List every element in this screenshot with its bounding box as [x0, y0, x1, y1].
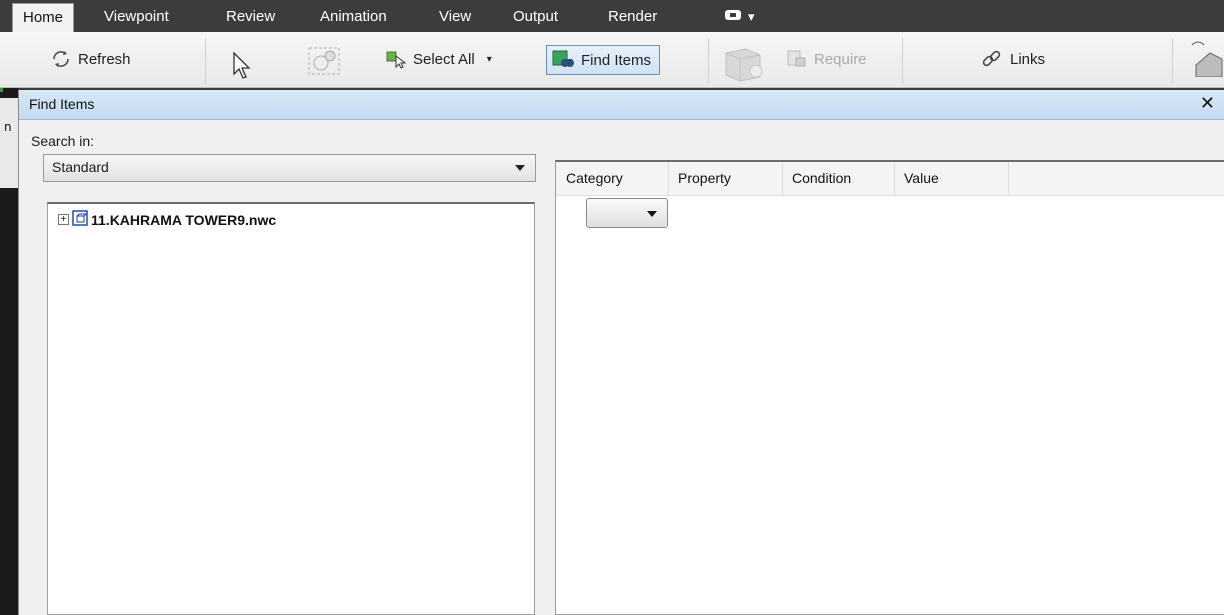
find-items-button[interactable]: Find Items — [546, 45, 661, 75]
ribbon-tab-bar: Home Viewpoint Review Animation View Out… — [0, 0, 1224, 32]
find-items-panel: Find Items ✕ Search in: Standard + 11.KA… — [18, 90, 1224, 615]
search-in-select[interactable]: Standard — [43, 154, 536, 182]
require-icon — [786, 49, 808, 69]
find-items-icon — [551, 49, 575, 71]
category-dropdown[interactable] — [586, 198, 668, 228]
search-in-label: Search in: — [31, 133, 95, 149]
appearance-button[interactable] — [1186, 41, 1224, 77]
chevron-down-icon: ▾ — [486, 53, 492, 65]
box-tool-button[interactable] — [722, 48, 768, 82]
file-name: 11.KAHRAMA TOWER9.nwc — [91, 211, 277, 228]
panel-header: Find Items ✕ — [19, 90, 1224, 120]
column-category[interactable]: Category — [566, 170, 623, 186]
column-value[interactable]: Value — [904, 170, 939, 186]
cursor-icon — [230, 50, 256, 80]
cube-icon — [722, 43, 768, 83]
links-button[interactable]: Links — [980, 46, 1045, 72]
tab-home[interactable]: Home — [12, 3, 75, 32]
close-icon[interactable]: ✕ — [1200, 93, 1215, 114]
tab-viewpoint[interactable]: Viewpoint — [104, 5, 169, 29]
require-button[interactable]: Require — [786, 46, 867, 72]
grid-header: Category Property Condition Value — [556, 162, 1224, 196]
select-box-icon — [306, 45, 342, 77]
cloud-menu[interactable]: ▾ — [724, 5, 755, 29]
select-button[interactable] — [230, 50, 256, 80]
selection-tree[interactable]: + 11.KAHRAMA TOWER9.nwc — [47, 202, 535, 615]
column-property[interactable]: Property — [678, 170, 731, 186]
tree-item-file[interactable]: + 11.KAHRAMA TOWER9.nwc — [58, 210, 276, 229]
refresh-icon — [50, 49, 72, 69]
file-icon — [72, 210, 88, 229]
tab-view[interactable]: View — [439, 5, 471, 29]
link-icon — [980, 48, 1004, 70]
tab-render[interactable]: Render — [608, 5, 657, 29]
tab-review[interactable]: Review — [226, 5, 275, 29]
chevron-down-icon — [647, 211, 657, 217]
conditions-grid[interactable]: Category Property Condition Value — [555, 160, 1224, 615]
panel-title: Find Items — [29, 96, 95, 112]
cloud-icon — [724, 5, 742, 29]
expand-icon[interactable]: + — [58, 214, 69, 225]
chevron-down-icon — [515, 165, 525, 171]
refresh-button[interactable]: Refresh — [50, 46, 131, 72]
select-box-button[interactable] — [306, 45, 342, 77]
appearance-icon — [1186, 37, 1224, 77]
select-all-button[interactable]: Select All ▾ — [385, 46, 492, 72]
tab-animation[interactable]: Animation — [320, 5, 387, 29]
chevron-down-icon: ▾ — [748, 9, 755, 24]
ribbon-toolbar: Refresh Select All ▾ Find Items Require … — [0, 32, 1224, 88]
column-condition[interactable]: Condition — [792, 170, 851, 186]
select-all-icon — [385, 49, 407, 69]
background-window-strip: n — [0, 88, 18, 615]
tab-output[interactable]: Output — [513, 5, 558, 29]
